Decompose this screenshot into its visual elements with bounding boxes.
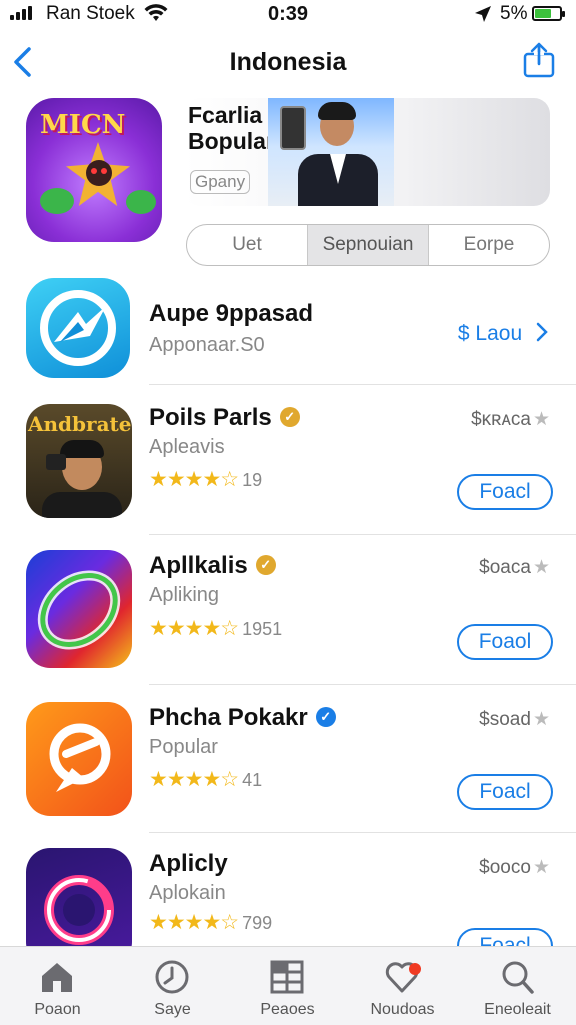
tab-label: Eneoleait xyxy=(484,1001,551,1018)
segmented-control: Uet Sepnouian Eorpe xyxy=(186,224,550,266)
green-blob xyxy=(126,190,156,214)
rating-count: 41 xyxy=(242,770,263,790)
tab-search[interactable]: Eneoleait xyxy=(460,947,575,1025)
rating-count: 1951 xyxy=(242,619,283,639)
list-item[interactable]: Aupe 9ppasad Apponaar.S0 $ Laou xyxy=(0,276,576,384)
tab-label: Noudoas xyxy=(370,1001,435,1018)
star-icon: ★ xyxy=(532,857,550,878)
app-name: Apllkalis ✓ xyxy=(149,552,276,580)
list-item[interactable]: Andbrate Poils Parls ✓ Apleavis ★★★★☆ 19 $… xyxy=(0,388,576,534)
segment-right[interactable]: Eorpe xyxy=(429,225,549,265)
rating-count: 799 xyxy=(242,913,273,933)
divider xyxy=(149,534,576,535)
home-icon xyxy=(42,963,72,992)
phone-icon xyxy=(280,106,306,150)
search-icon xyxy=(502,961,534,994)
featured-icon-logo-text: MICN xyxy=(40,110,126,140)
tab-clock[interactable]: Saye xyxy=(115,947,230,1025)
grid-icon xyxy=(270,960,304,994)
list-item[interactable]: Apllkalis ✓ Apliking ★★★★☆ 1951 $oaca ★ Foa… xyxy=(0,538,576,684)
star-icon: ★ xyxy=(532,409,550,430)
tab-label: Peaoes xyxy=(260,1001,315,1018)
divider xyxy=(149,832,576,833)
divider xyxy=(149,684,576,685)
orange-pin-icon xyxy=(26,702,132,816)
star-icon: ★ xyxy=(532,709,550,730)
app-name: Poils Parls ✓ xyxy=(149,404,300,432)
verified-badge-icon: ✓ xyxy=(315,706,336,727)
featured-app-icon[interactable]: MICN xyxy=(26,98,162,242)
app-category: Apleavis xyxy=(149,436,225,458)
status-bar: Ran Stoek 0:39 5% xyxy=(0,0,576,30)
battery-percent: 5% xyxy=(500,3,528,24)
app-name: Aplicly xyxy=(149,850,228,877)
get-button[interactable]: Foacl xyxy=(457,928,553,946)
heart-notification-icon xyxy=(385,962,421,993)
app-price: $soad ★ xyxy=(479,709,550,730)
app-price: $ Laou xyxy=(457,322,523,345)
tab-grid[interactable]: Peaoes xyxy=(230,947,345,1025)
location-arrow-icon xyxy=(475,6,491,22)
app-name: Phcha Pokakr ✓ xyxy=(149,704,336,732)
banner-photo xyxy=(268,98,394,206)
star-rating: ★★★★☆ 1951 xyxy=(149,617,283,640)
tab-bar: Poaon Saye Peaoes Noudoas Eneoleait xyxy=(0,946,576,1025)
app-category: Aplokain xyxy=(149,882,226,904)
star-rating: ★★★★☆ 19 xyxy=(149,468,263,491)
battery-icon xyxy=(532,6,565,21)
segment-left[interactable]: Uet xyxy=(187,225,307,265)
star-rating: ★★★★☆ 799 xyxy=(149,911,273,934)
tab-label: Saye xyxy=(154,1001,191,1018)
share-icon[interactable] xyxy=(522,42,556,78)
icon-logo-text: Andbrate xyxy=(28,412,132,436)
get-button[interactable]: Foacl xyxy=(457,474,553,510)
monster-face xyxy=(86,160,112,186)
banner-title-line2: Bopular xyxy=(188,128,275,154)
bird-icon xyxy=(26,278,130,378)
page-title: Indonesia xyxy=(229,48,347,76)
banner-subtitle: Gpany xyxy=(190,170,251,194)
tab-home[interactable]: Poaon xyxy=(0,947,115,1025)
app-price-button[interactable]: $ Laou xyxy=(458,322,548,346)
rating-count: 19 xyxy=(242,470,263,490)
green-blob xyxy=(40,188,74,214)
tab-notifications[interactable]: Noudoas xyxy=(345,947,460,1025)
segment-middle-selected[interactable]: Sepnouian xyxy=(307,225,429,265)
clock-icon xyxy=(155,960,189,994)
app-category: Popular xyxy=(149,736,218,758)
app-category: Apponaar.S0 xyxy=(149,334,265,356)
star-icon: ★ xyxy=(532,557,550,578)
app-price: $ooco ★ xyxy=(479,857,550,878)
person-photo-icon: Andbrate xyxy=(26,404,132,518)
app-price: $ĸʀᴀca ★ xyxy=(471,409,550,430)
get-button[interactable]: Foaol xyxy=(457,624,553,660)
divider xyxy=(149,384,576,385)
rainbow-ring-icon xyxy=(26,550,132,668)
app-name: Aupe 9ppasad xyxy=(149,300,314,327)
app-category: Apliking xyxy=(149,584,220,606)
banner-title-line1: Fcarlia xyxy=(188,102,263,128)
tab-label: Poaon xyxy=(34,1001,81,1018)
verified-badge-icon: ✓ xyxy=(255,554,276,575)
purple-ring-icon xyxy=(26,848,132,946)
list-item[interactable]: Phcha Pokakr ✓ Popular ★★★★☆ 41 $soad ★ Foa… xyxy=(0,688,576,832)
chevron-right-icon xyxy=(536,322,548,342)
verified-badge-icon: ✓ xyxy=(279,406,300,427)
star-rating: ★★★★☆ 41 xyxy=(149,768,263,791)
list-item[interactable]: Aplicly Aplokain ★★★★☆ 799 $ooco ★ Foacl xyxy=(0,836,576,946)
get-button[interactable]: Foacl xyxy=(457,774,553,810)
app-price: $oaca ★ xyxy=(479,557,550,578)
featured-banner[interactable]: Fcarlia Bopular Gpany xyxy=(184,98,550,206)
navigation-bar: Indonesia xyxy=(0,34,576,90)
